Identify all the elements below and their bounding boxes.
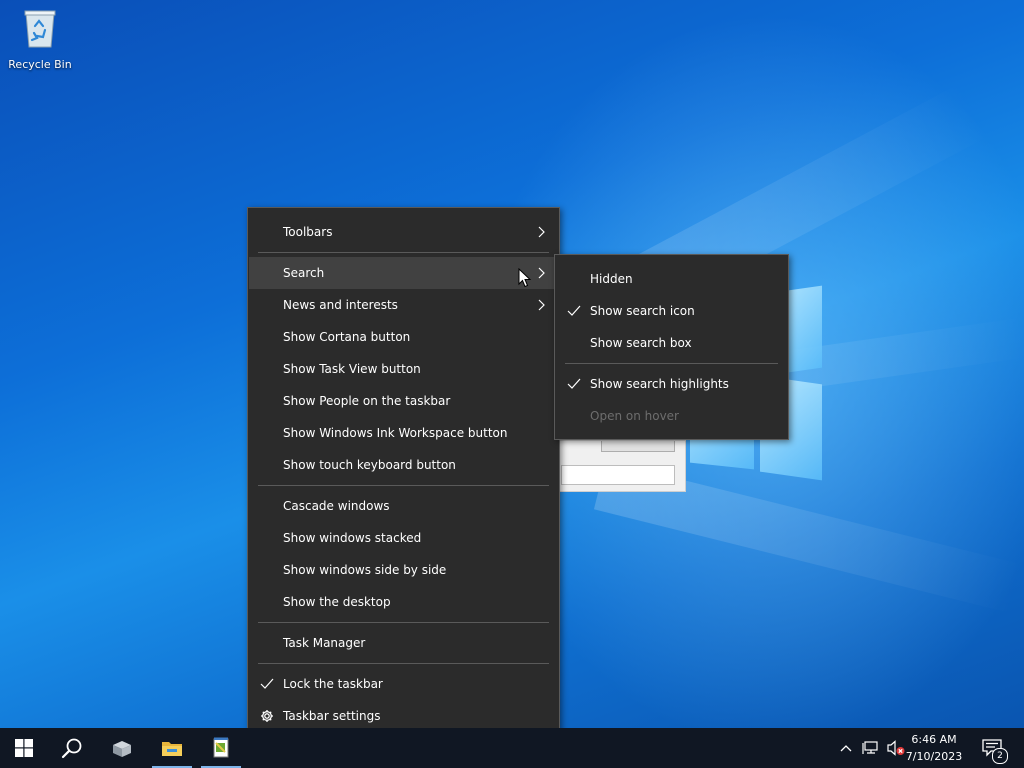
menu-separator [258, 622, 549, 623]
menu-item-cascade-windows[interactable]: Cascade windows [249, 490, 558, 522]
menu-item-task-manager[interactable]: Task Manager [249, 627, 558, 659]
checkmark-icon [566, 295, 582, 327]
app-button[interactable] [98, 728, 146, 768]
menu-separator [258, 485, 549, 486]
notification-count-badge: 2 [992, 748, 1008, 764]
checkmark-icon [566, 368, 582, 400]
search-submenu: Hidden Show search icon Show search box … [554, 254, 789, 440]
background-window-field[interactable] [561, 465, 675, 485]
menu-separator [258, 663, 549, 664]
menu-item-lock-the-taskbar[interactable]: Lock the taskbar [249, 668, 558, 700]
start-button[interactable] [0, 728, 48, 768]
menu-item-show-cortana-button[interactable]: Show Cortana button [249, 321, 558, 353]
mouse-cursor-icon [518, 267, 532, 292]
clock-time: 6:46 AM [911, 733, 957, 746]
taskbar-context-menu: Toolbars Search News and interests Show … [247, 207, 560, 728]
submenu-item-open-on-hover: Open on hover [590, 409, 679, 423]
menu-item-show-ink-workspace[interactable]: Show Windows Ink Workspace button [249, 417, 558, 449]
menu-item-show-the-desktop[interactable]: Show the desktop [249, 586, 558, 618]
background-window-button[interactable] [601, 441, 675, 452]
submenu-item-hidden[interactable]: Hidden [556, 263, 787, 295]
recycle-bin-icon [23, 8, 57, 48]
clock[interactable]: 6:46 AM 7/10/2023 [902, 731, 966, 765]
file-explorer-button[interactable] [148, 728, 196, 768]
menu-item-search[interactable]: Search [249, 257, 558, 289]
chevron-right-icon [536, 216, 548, 248]
chevron-up-icon[interactable] [839, 740, 853, 759]
background-window[interactable] [556, 440, 686, 492]
submenu-item-show-search-box[interactable]: Show search box [556, 327, 787, 359]
menu-separator [258, 252, 549, 253]
taskbar[interactable]: 6:46 AM 7/10/2023 [0, 728, 1024, 768]
menu-item-show-task-view-button[interactable]: Show Task View button [249, 353, 558, 385]
gear-icon [259, 700, 275, 728]
recycle-bin-label: Recycle Bin [8, 58, 72, 71]
menu-item-show-touch-keyboard[interactable]: Show touch keyboard button [249, 449, 558, 481]
recycle-bin-shortcut[interactable]: Recycle Bin [6, 8, 74, 76]
network-icon[interactable] [862, 740, 880, 760]
search-button[interactable] [48, 728, 96, 768]
chevron-right-icon [536, 289, 548, 321]
menu-separator [565, 363, 778, 364]
checkmark-icon [259, 668, 275, 700]
menu-item-show-windows-side-by-side[interactable]: Show windows side by side [249, 554, 558, 586]
notepad-button[interactable] [197, 728, 245, 768]
desktop[interactable]: Recycle Bin Toolbars Search News and int… [0, 0, 1024, 728]
menu-item-show-windows-stacked[interactable]: Show windows stacked [249, 522, 558, 554]
submenu-item-show-search-icon[interactable]: Show search icon [556, 295, 787, 327]
submenu-item-show-search-highlights[interactable]: Show search highlights [556, 368, 787, 400]
chevron-right-icon [536, 257, 548, 289]
menu-item-toolbars[interactable]: Toolbars [249, 216, 558, 248]
clock-date: 7/10/2023 [905, 750, 963, 763]
menu-item-taskbar-settings[interactable]: Taskbar settings [249, 700, 558, 728]
menu-item-news-and-interests[interactable]: News and interests [249, 289, 558, 321]
menu-item-show-people[interactable]: Show People on the taskbar [249, 385, 558, 417]
